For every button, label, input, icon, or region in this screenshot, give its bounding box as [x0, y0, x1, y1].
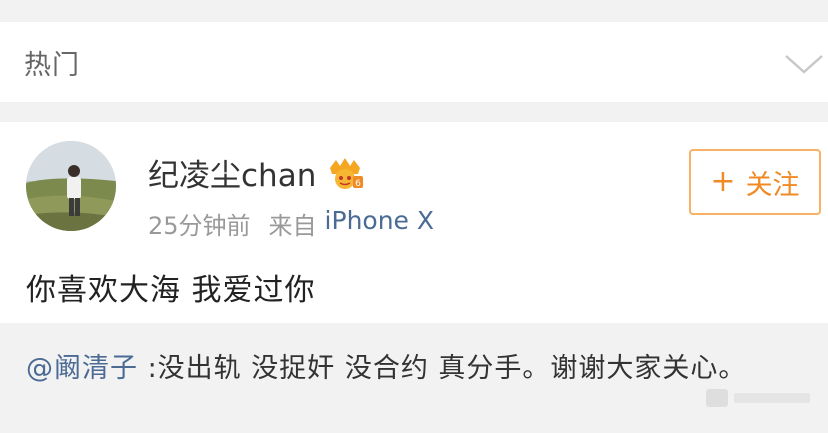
source-prefix: 来自 [268, 212, 317, 240]
follow-button[interactable]: + 关注 [689, 149, 821, 215]
username-row: 纪凌尘chan 6 [148, 150, 364, 195]
vip-crown-badge-icon[interactable]: 6 [326, 156, 364, 190]
plus-icon: + [710, 164, 736, 199]
follow-label: 关注 [745, 169, 800, 201]
top-spacer [0, 0, 828, 22]
svg-text:6: 6 [355, 179, 361, 189]
source-device[interactable]: iPhone X [325, 206, 434, 241]
username[interactable]: 纪凌尘chan [148, 150, 316, 195]
section-header: 热门 [0, 22, 828, 102]
repost-content: :没出轨 没捉奸 没合约 真分手。谢谢大家关心。 [138, 353, 747, 384]
avatar-photo [26, 141, 116, 231]
chevron-down-icon[interactable] [782, 48, 826, 78]
avatar[interactable] [26, 141, 116, 231]
post-text: 你喜欢大海 我爱过你 [26, 273, 316, 308]
watermark-icon [706, 389, 810, 407]
mention-link[interactable]: @阚清子 [26, 353, 138, 384]
weibo-post: 纪凌尘chan 6 25分钟前 来自 iPhone X + 关注 你喜欢大海 我… [0, 122, 828, 323]
post-meta: 25分钟前 来自 iPhone X [148, 206, 434, 241]
post-time: 25分钟前 [148, 212, 251, 240]
repost-section[interactable]: @阚清子 :没出轨 没捉奸 没合约 真分手。谢谢大家关心。 [0, 323, 828, 433]
section-gap [0, 102, 828, 122]
post-source: 来自 iPhone X [269, 206, 434, 241]
repost-text: @阚清子 :没出轨 没捉奸 没合约 真分手。谢谢大家关心。 [26, 349, 806, 389]
section-title: 热门 [24, 49, 80, 81]
